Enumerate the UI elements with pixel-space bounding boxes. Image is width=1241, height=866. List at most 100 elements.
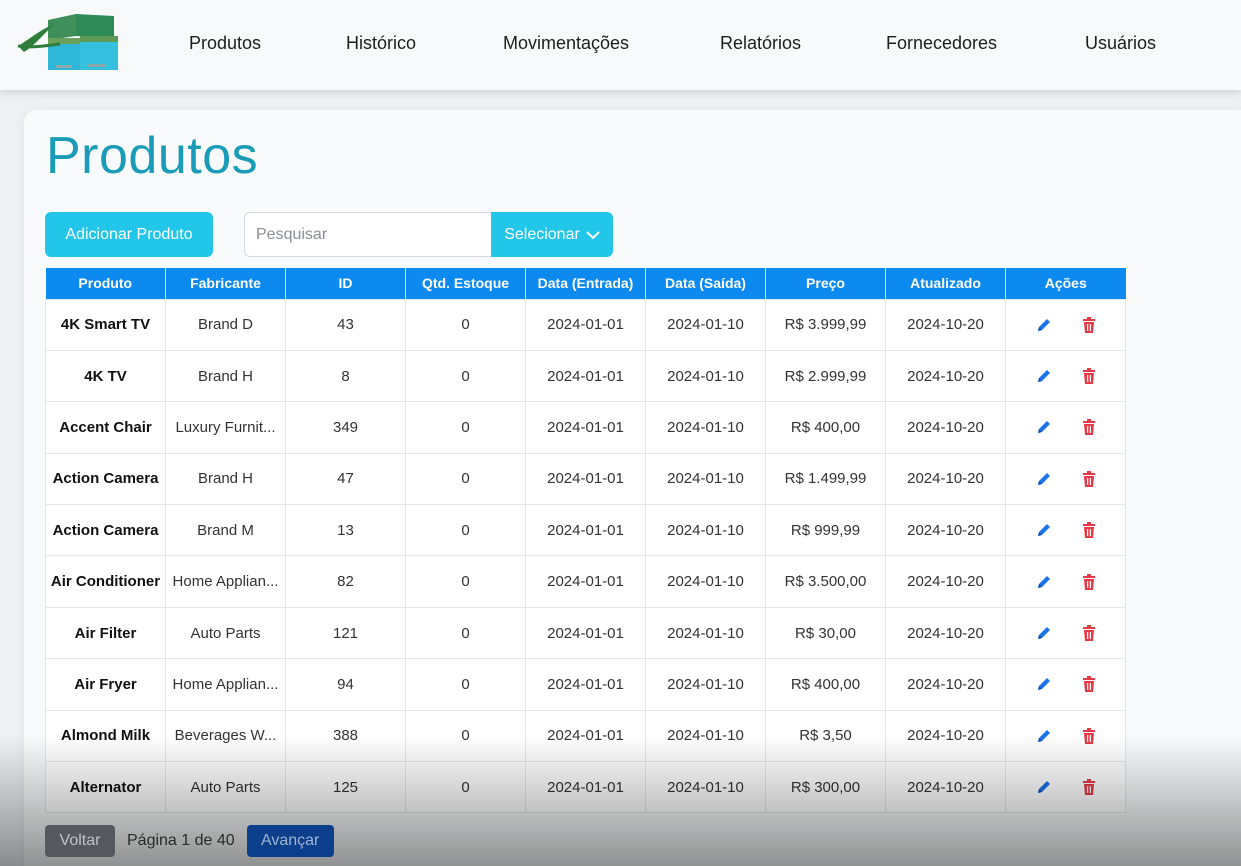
table-cell: Brand D — [165, 298, 286, 351]
table-cell: 0 — [405, 401, 526, 454]
table-cell: R$ 400,00 — [765, 658, 886, 711]
table-cell: 0 — [405, 452, 526, 506]
row-actions — [1012, 676, 1119, 693]
product-name-cell: Alternator — [45, 761, 166, 814]
actions-cell — [1005, 658, 1126, 711]
trash-delete-icon[interactable] — [1082, 470, 1096, 487]
row-actions — [1012, 779, 1119, 796]
pencil-edit-icon[interactable] — [1036, 317, 1052, 333]
table-cell: 2024-01-10 — [645, 349, 766, 403]
trash-delete-icon[interactable] — [1082, 368, 1096, 385]
table-cell: R$ 300,00 — [765, 761, 886, 814]
trash-delete-icon[interactable] — [1082, 316, 1096, 333]
table-cell: Auto Parts — [165, 606, 286, 660]
add-product-button[interactable]: Adicionar Produto — [45, 212, 213, 257]
top-navbar: Produtos Histórico Movimentações Relatór… — [0, 0, 1241, 90]
nav-produtos[interactable]: Produtos — [189, 33, 261, 54]
trash-delete-icon[interactable] — [1082, 625, 1096, 642]
product-name-cell: 4K TV — [45, 349, 166, 403]
pencil-edit-icon[interactable] — [1036, 625, 1052, 641]
row-actions — [1012, 316, 1119, 333]
prev-page-button[interactable]: Voltar — [45, 825, 115, 857]
pencil-edit-icon[interactable] — [1036, 728, 1052, 744]
table-cell: 388 — [285, 709, 406, 763]
pencil-edit-icon[interactable] — [1036, 419, 1052, 435]
trash-delete-icon[interactable] — [1082, 522, 1096, 539]
table-cell: 2024-10-20 — [885, 401, 1006, 454]
table-cell: 0 — [405, 298, 526, 351]
pencil-edit-icon[interactable] — [1036, 676, 1052, 692]
pencil-edit-icon[interactable] — [1036, 779, 1052, 795]
column-header: Qtd. Estoque — [405, 268, 526, 299]
table-cell: R$ 400,00 — [765, 401, 886, 454]
table-row: Accent Chair Luxury Furnit... 349 0 2024-01-… — [45, 401, 1126, 454]
actions-cell — [1005, 298, 1126, 351]
row-actions — [1012, 470, 1119, 487]
pencil-edit-icon[interactable] — [1036, 574, 1052, 590]
row-actions — [1012, 573, 1119, 590]
chevron-down-icon — [586, 230, 600, 239]
box-logo-icon[interactable] — [14, 10, 122, 72]
table-row: Action Camera Brand M 13 0 2024-01-01 2024-01… — [45, 504, 1126, 557]
nav-relatorios[interactable]: Relatórios — [720, 33, 801, 54]
page-title: Produtos — [46, 127, 259, 185]
table-cell: 2024-10-20 — [885, 606, 1006, 660]
table-cell: Brand M — [165, 504, 286, 557]
table-cell: 43 — [285, 298, 406, 351]
table-cell: 2024-01-10 — [645, 555, 766, 608]
nav-usuarios[interactable]: Usuários — [1085, 33, 1156, 54]
table-cell: Home Applian... — [165, 658, 286, 711]
table-cell: 2024-01-01 — [525, 401, 646, 454]
table-cell: 2024-01-01 — [525, 298, 646, 351]
pencil-edit-icon[interactable] — [1036, 471, 1052, 487]
pencil-edit-icon[interactable] — [1036, 522, 1052, 538]
pagination: Voltar Página 1 de 40 Avançar — [45, 825, 334, 857]
actions-cell — [1005, 606, 1126, 660]
pencil-edit-icon[interactable] — [1036, 368, 1052, 384]
table-cell: 2024-01-10 — [645, 298, 766, 351]
products-table: Produto Fabricante ID Qtd. Estoque Data (Ent… — [45, 268, 1126, 814]
trash-delete-icon[interactable] — [1082, 779, 1096, 796]
product-name-cell: Action Camera — [45, 452, 166, 506]
table-cell: 2024-01-01 — [525, 504, 646, 557]
table-cell: 2024-01-10 — [645, 401, 766, 454]
actions-cell — [1005, 709, 1126, 763]
row-actions — [1012, 419, 1119, 436]
table-cell: 2024-01-01 — [525, 709, 646, 763]
table-cell: 13 — [285, 504, 406, 557]
table-row: 4K Smart TV Brand D 43 0 2024-01-01 2024-01-1… — [45, 298, 1126, 351]
table-cell: 2024-10-20 — [885, 555, 1006, 608]
trash-delete-icon[interactable] — [1082, 727, 1096, 744]
trash-delete-icon[interactable] — [1082, 676, 1096, 693]
table-cell: 0 — [405, 606, 526, 660]
table-cell: 2024-10-20 — [885, 658, 1006, 711]
column-header: ID — [285, 268, 406, 299]
row-actions — [1012, 625, 1119, 642]
column-header: Data (Entrada) — [525, 268, 646, 299]
select-button-label: Selecionar — [504, 225, 580, 243]
nav-fornecedores[interactable]: Fornecedores — [886, 33, 997, 54]
table-cell: R$ 2.999,99 — [765, 349, 886, 403]
table-cell: 2024-01-01 — [525, 349, 646, 403]
column-header: Preço — [765, 268, 886, 299]
table-header-row: Produto Fabricante ID Qtd. Estoque Data (Ent… — [45, 268, 1126, 299]
table-cell: 2024-10-20 — [885, 298, 1006, 351]
table-cell: 2024-01-01 — [525, 606, 646, 660]
table-cell: 0 — [405, 349, 526, 403]
trash-delete-icon[interactable] — [1082, 573, 1096, 590]
table-cell: 0 — [405, 761, 526, 814]
table-cell: 2024-10-20 — [885, 709, 1006, 763]
table-cell: 2024-10-20 — [885, 349, 1006, 403]
table-cell: Luxury Furnit... — [165, 401, 286, 454]
search-input[interactable] — [244, 212, 494, 257]
nav-movimentacoes[interactable]: Movimentações — [503, 33, 629, 54]
table-row: 4K TV Brand H 8 0 2024-01-01 2024-01-10 R$ 2.9… — [45, 349, 1126, 403]
select-filter-button[interactable]: Selecionar — [491, 212, 613, 257]
nav-historico[interactable]: Histórico — [346, 33, 416, 54]
row-actions — [1012, 522, 1119, 539]
row-actions — [1012, 368, 1119, 385]
product-name-cell: 4K Smart TV — [45, 298, 166, 351]
table-cell: 0 — [405, 504, 526, 557]
trash-delete-icon[interactable] — [1082, 419, 1096, 436]
next-page-button[interactable]: Avançar — [246, 825, 334, 857]
